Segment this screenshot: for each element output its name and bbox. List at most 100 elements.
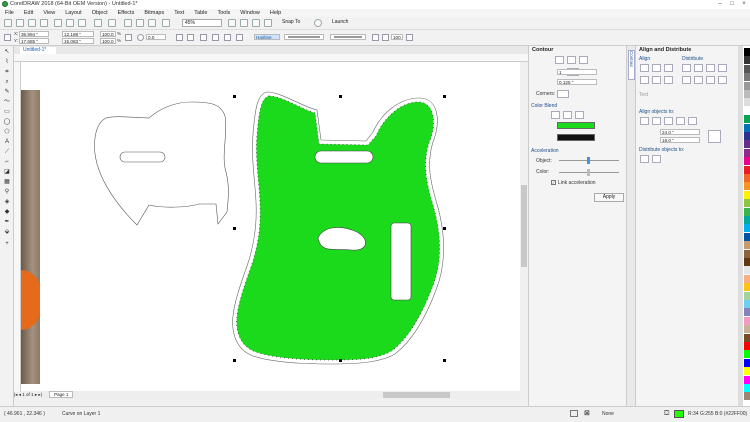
distribute-selection-icon[interactable] bbox=[640, 155, 649, 163]
y-position-field[interactable]: 17.685 " bbox=[19, 38, 49, 44]
smart-fill-icon[interactable]: ◆ bbox=[3, 208, 11, 216]
undo-icon[interactable] bbox=[94, 19, 102, 27]
palette-swatch[interactable] bbox=[744, 148, 750, 157]
palette-swatch[interactable] bbox=[744, 73, 750, 82]
palette-swatch[interactable] bbox=[744, 56, 750, 65]
zoom-level-select[interactable]: 45% bbox=[182, 19, 222, 27]
menu-text[interactable]: Text bbox=[169, 9, 189, 17]
palette-swatch[interactable] bbox=[744, 342, 750, 350]
distribute-right-icon[interactable] bbox=[706, 64, 715, 72]
palette-swatch[interactable] bbox=[744, 300, 750, 308]
rotation-angle-field[interactable]: 0.0 bbox=[146, 34, 166, 40]
freehand-tool-icon[interactable]: ✎ bbox=[3, 88, 11, 96]
distribute-bottom-icon[interactable] bbox=[706, 76, 715, 84]
outline-width-select[interactable]: Hairline bbox=[254, 34, 280, 40]
palette-swatch[interactable] bbox=[744, 375, 750, 384]
scale-x-field[interactable]: 100.0 bbox=[100, 31, 116, 37]
mirror-horizontal-icon[interactable] bbox=[176, 34, 183, 41]
fill-none-icon[interactable] bbox=[570, 410, 578, 417]
outside-icon[interactable] bbox=[579, 56, 588, 64]
node-edit-icon[interactable] bbox=[224, 34, 231, 41]
grid-icon[interactable] bbox=[252, 19, 260, 27]
fill-color-swatch[interactable] bbox=[557, 134, 595, 141]
align-center-v-icon[interactable] bbox=[652, 76, 661, 84]
document-tab[interactable]: Untitled-1* bbox=[20, 47, 56, 54]
palette-swatch[interactable] bbox=[744, 333, 750, 342]
offset-field[interactable]: 0.125 " bbox=[557, 79, 597, 85]
palette-swatch[interactable] bbox=[744, 241, 750, 250]
palette-swatch[interactable] bbox=[744, 291, 750, 300]
menu-tools[interactable]: Tools bbox=[212, 9, 235, 17]
vertical-scroll-thumb[interactable] bbox=[521, 185, 527, 267]
menu-help[interactable]: Help bbox=[265, 9, 286, 17]
grid-align-icon[interactable] bbox=[676, 117, 685, 125]
vertical-ruler[interactable] bbox=[14, 62, 21, 392]
transparency-icon[interactable] bbox=[382, 34, 389, 41]
fill-color-swatch-status[interactable] bbox=[674, 410, 684, 418]
inside-icon[interactable] bbox=[567, 56, 576, 64]
palette-swatch[interactable] bbox=[744, 98, 750, 107]
specified-point-icon[interactable] bbox=[688, 117, 697, 125]
launch-dropdown[interactable]: Launch bbox=[330, 19, 364, 27]
shape-tool-icon[interactable]: ⌇ bbox=[3, 58, 11, 66]
end-arrow-select[interactable] bbox=[330, 34, 366, 40]
palette-swatch[interactable] bbox=[744, 316, 750, 325]
palette-swatch[interactable] bbox=[744, 232, 750, 241]
page-center-icon[interactable] bbox=[664, 117, 673, 125]
linear-blend-icon[interactable] bbox=[551, 111, 560, 119]
active-objects-icon[interactable] bbox=[640, 117, 649, 125]
prev-page-icon[interactable]: ◂ bbox=[19, 392, 21, 397]
pen-outline-icon[interactable] bbox=[236, 34, 243, 41]
outline-none-icon[interactable]: ⊠ bbox=[584, 410, 590, 417]
first-page-icon[interactable]: |◂ bbox=[14, 392, 17, 397]
crop-tool-icon[interactable]: ⌗ bbox=[3, 68, 11, 76]
page-edge-icon[interactable] bbox=[652, 117, 661, 125]
redo-icon[interactable] bbox=[108, 19, 116, 27]
rulers-icon[interactable] bbox=[240, 19, 248, 27]
palette-swatch[interactable] bbox=[744, 384, 750, 392]
object-origin-icon[interactable] bbox=[4, 34, 11, 41]
palette-swatch[interactable] bbox=[744, 258, 750, 266]
width-field[interactable]: 12.188 " bbox=[62, 31, 94, 37]
line-style-select[interactable] bbox=[284, 34, 324, 40]
palette-swatch[interactable] bbox=[744, 207, 750, 216]
menu-object[interactable]: Object bbox=[87, 9, 113, 17]
palette-swatch[interactable] bbox=[744, 216, 750, 224]
palette-swatch[interactable] bbox=[744, 224, 750, 233]
palette-swatch[interactable] bbox=[744, 81, 750, 90]
menu-effects[interactable]: Effects bbox=[113, 9, 140, 17]
add-tool-icon[interactable]: + bbox=[3, 240, 11, 248]
palette-swatch[interactable] bbox=[744, 350, 750, 359]
full-screen-icon[interactable] bbox=[228, 19, 236, 27]
menu-view[interactable]: View bbox=[38, 9, 60, 17]
palette-swatch[interactable] bbox=[744, 157, 750, 166]
distribute-spacing-h-icon[interactable] bbox=[718, 64, 727, 72]
new-document-icon[interactable] bbox=[4, 19, 12, 27]
horizontal-ruler[interactable] bbox=[14, 54, 528, 62]
palette-swatch[interactable] bbox=[744, 249, 750, 258]
palette-swatch[interactable] bbox=[744, 367, 750, 376]
pdf-icon[interactable] bbox=[162, 19, 170, 27]
palette-swatch[interactable] bbox=[744, 140, 750, 149]
parallel-dimension-icon[interactable]: ⟋ bbox=[3, 148, 11, 156]
import-icon[interactable] bbox=[136, 19, 144, 27]
steps-field[interactable]: 1 bbox=[557, 69, 597, 75]
contour-side-tab[interactable]: Contour bbox=[628, 50, 635, 80]
mirror-vertical-icon[interactable] bbox=[187, 34, 194, 41]
palette-swatch[interactable] bbox=[744, 266, 750, 275]
distribute-page-icon[interactable] bbox=[652, 155, 661, 163]
opacity-field[interactable]: 100 bbox=[391, 34, 403, 40]
save-icon[interactable] bbox=[28, 19, 36, 27]
palette-swatch[interactable] bbox=[744, 190, 750, 199]
fill-icon[interactable]: ⬙ bbox=[3, 228, 11, 236]
transparency-tool-icon[interactable]: ▦ bbox=[3, 178, 11, 186]
flip-direction-icon[interactable] bbox=[372, 34, 379, 41]
edit-transparency-icon[interactable] bbox=[406, 34, 413, 41]
point-picker-icon[interactable] bbox=[708, 130, 721, 143]
align-top-icon[interactable] bbox=[640, 76, 649, 84]
counterclockwise-blend-icon[interactable] bbox=[575, 111, 584, 119]
palette-swatch[interactable] bbox=[744, 274, 750, 283]
menu-table[interactable]: Table bbox=[189, 9, 212, 17]
connector-tool-icon[interactable]: ⌐ bbox=[3, 158, 11, 166]
next-page-icon[interactable]: ▸ bbox=[35, 392, 37, 397]
